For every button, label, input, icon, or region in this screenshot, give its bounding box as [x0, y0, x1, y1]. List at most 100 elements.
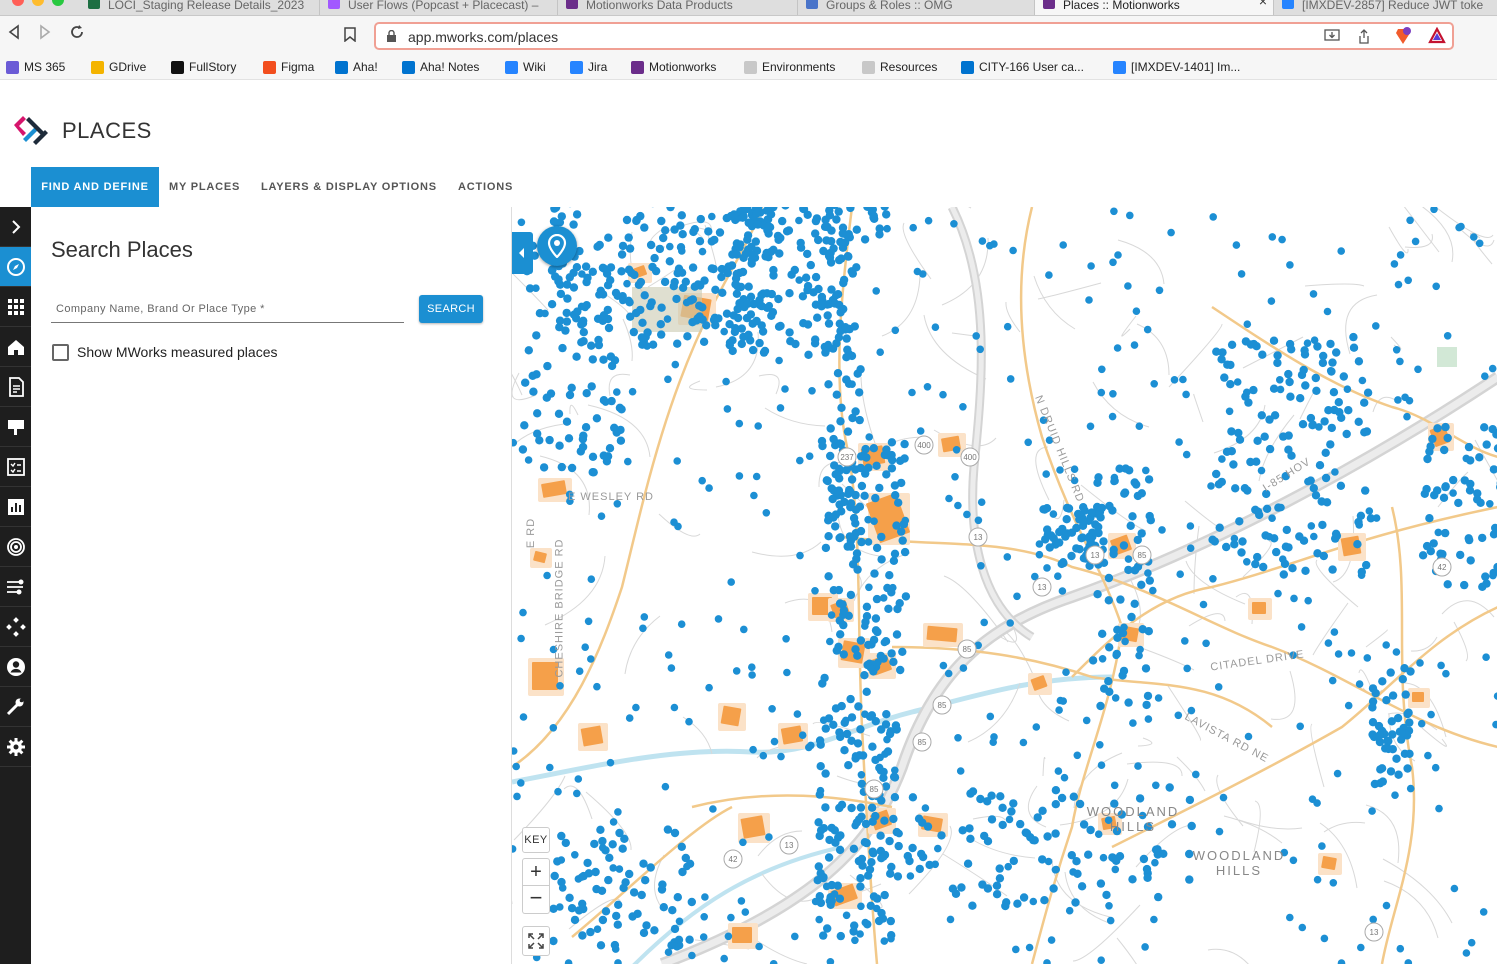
bookmark-item[interactable]: Aha! Notes: [402, 60, 479, 74]
map-view[interactable]: 237 400 400 13 13 13 85 85 85 85 85 42 42 13 13 E WESL…: [511, 207, 1497, 964]
search-input[interactable]: [51, 295, 404, 323]
bookmark-item[interactable]: Figma: [263, 60, 314, 74]
browser-tab[interactable]: [IMXDEV-2857] Reduce JWT toke: [1274, 0, 1497, 15]
street-line: [1037, 282, 1102, 300]
maximize-window-button[interactable]: [52, 0, 64, 6]
rail-item-places[interactable]: [0, 327, 31, 367]
rail-item-reports[interactable]: [0, 367, 31, 407]
poi-dot: [1219, 793, 1228, 802]
bookmark-item[interactable]: FullStory: [171, 60, 236, 74]
expand-rail-button[interactable]: [0, 207, 31, 247]
bookmark-label: Environments: [762, 60, 836, 74]
minimize-window-button[interactable]: [32, 0, 44, 6]
rail-item-analytics[interactable]: [0, 487, 31, 527]
browser-tab[interactable]: Motionworks Data Products: [558, 0, 798, 15]
report-icon: [8, 376, 24, 397]
poi-dot: [1339, 372, 1348, 381]
measured-places-label[interactable]: Show MWorks measured places: [77, 344, 277, 360]
brave-shield-icon[interactable]: [1394, 27, 1412, 48]
rail-item-mobility[interactable]: [0, 567, 31, 607]
poi-dot: [1124, 698, 1133, 707]
tab-layers-display-options[interactable]: LAYERS & DISPLAY OPTIONS: [261, 167, 437, 207]
poi-dot: [1152, 781, 1160, 790]
close-window-button[interactable]: [12, 0, 24, 6]
collapse-panel-button[interactable]: [512, 232, 533, 274]
rail-item-account[interactable]: [0, 647, 31, 687]
poi-dot: [714, 615, 723, 623]
poi-dot: [848, 413, 857, 423]
zoom-out-button[interactable]: −: [522, 886, 550, 914]
poi-dot: [959, 664, 968, 672]
address-bar[interactable]: app.mworks.com/places: [374, 22, 1454, 50]
install-icon[interactable]: [1324, 29, 1340, 46]
bookmark-item[interactable]: MS 365: [6, 60, 65, 74]
bookmark-item[interactable]: Aha!: [335, 60, 378, 74]
back-button[interactable]: [2, 24, 26, 45]
motionworks-logo: [14, 116, 48, 145]
share-icon[interactable]: [1358, 29, 1370, 47]
bookmark-item[interactable]: Jira: [570, 60, 607, 74]
poi-dot: [785, 289, 794, 298]
tab-actions[interactable]: ACTIONS: [458, 167, 513, 207]
bookmark-item[interactable]: CITY-166 User ca...: [961, 60, 1084, 74]
tab-find-and-define[interactable]: FIND AND DEFINE: [31, 167, 159, 207]
map-key-button[interactable]: KEY: [522, 827, 550, 853]
close-tab-icon[interactable]: ×: [1259, 0, 1267, 8]
poi-dot: [1259, 562, 1268, 572]
poi-dot: [738, 213, 747, 222]
poi-dot: [1059, 697, 1067, 705]
poi-dot: [1135, 422, 1144, 430]
forward-button[interactable]: [33, 24, 57, 45]
poi-dot: [795, 216, 803, 225]
rail-item-plans[interactable]: [0, 447, 31, 487]
reload-button[interactable]: [65, 24, 89, 45]
poi-dot: [856, 636, 866, 645]
rail-item-apps[interactable]: [0, 287, 31, 327]
rail-item-network[interactable]: [0, 607, 31, 647]
bookmark-favicon-icon: [631, 61, 644, 74]
bookmark-icon[interactable]: [344, 27, 356, 42]
poi-dot: [1143, 691, 1153, 701]
poi-dot: [983, 884, 993, 893]
rail-item-explore[interactable]: [0, 247, 31, 287]
bookmark-item[interactable]: Wiki: [505, 60, 546, 74]
measured-places-checkbox[interactable]: [52, 344, 69, 361]
poi-dot: [1133, 535, 1142, 545]
browser-tab[interactable]: Places :: Motionworks ×: [1035, 0, 1274, 15]
poi-dot: [517, 634, 525, 643]
bookmark-item[interactable]: Resources: [862, 60, 937, 74]
bookmark-item[interactable]: GDrive: [91, 60, 146, 74]
poi-dot: [1394, 396, 1402, 404]
poi-dot: [931, 860, 939, 869]
poi-dot: [520, 421, 529, 430]
poi-dot: [512, 438, 518, 447]
map-canvas[interactable]: 237 400 400 13 13 13 85 85 85 85 85 42 42 13 13: [512, 207, 1497, 964]
poi-dot: [1318, 520, 1327, 530]
browser-tab[interactable]: Groups & Roles :: OMG: [798, 0, 1035, 15]
brave-rewards-icon[interactable]: [1428, 26, 1446, 48]
browser-tab[interactable]: LOCI_Staging Release Details_2023: [80, 0, 320, 15]
poi-dot: [1009, 246, 1017, 255]
icon-rail: [0, 207, 31, 964]
browser-tab[interactable]: User Flows (Popcast + Placecast) –: [320, 0, 558, 15]
poi-dot: [555, 441, 564, 450]
bookmark-item[interactable]: [IMXDEV-1401] Im...: [1113, 60, 1240, 74]
poi-dot: [587, 655, 595, 663]
poi-dot: [887, 438, 897, 447]
rail-item-inventory[interactable]: [0, 407, 31, 447]
search-button[interactable]: SEARCH: [419, 295, 483, 323]
poi-dot: [866, 663, 875, 672]
bookmark-item[interactable]: Motionworks: [631, 60, 716, 74]
rail-item-tools[interactable]: [0, 687, 31, 727]
poi-dot: [1396, 251, 1405, 259]
bookmark-item[interactable]: Environments: [744, 60, 835, 74]
place-pin-button[interactable]: [537, 226, 577, 266]
poi-dot: [839, 304, 848, 314]
tab-my-places[interactable]: MY PLACES: [169, 167, 240, 207]
rail-item-audiences[interactable]: [0, 527, 31, 567]
poi-dot: [776, 321, 785, 331]
poi-dot: [824, 853, 834, 862]
zoom-in-button[interactable]: +: [522, 858, 550, 886]
rail-item-settings[interactable]: [0, 727, 31, 767]
fullscreen-button[interactable]: [522, 926, 550, 956]
